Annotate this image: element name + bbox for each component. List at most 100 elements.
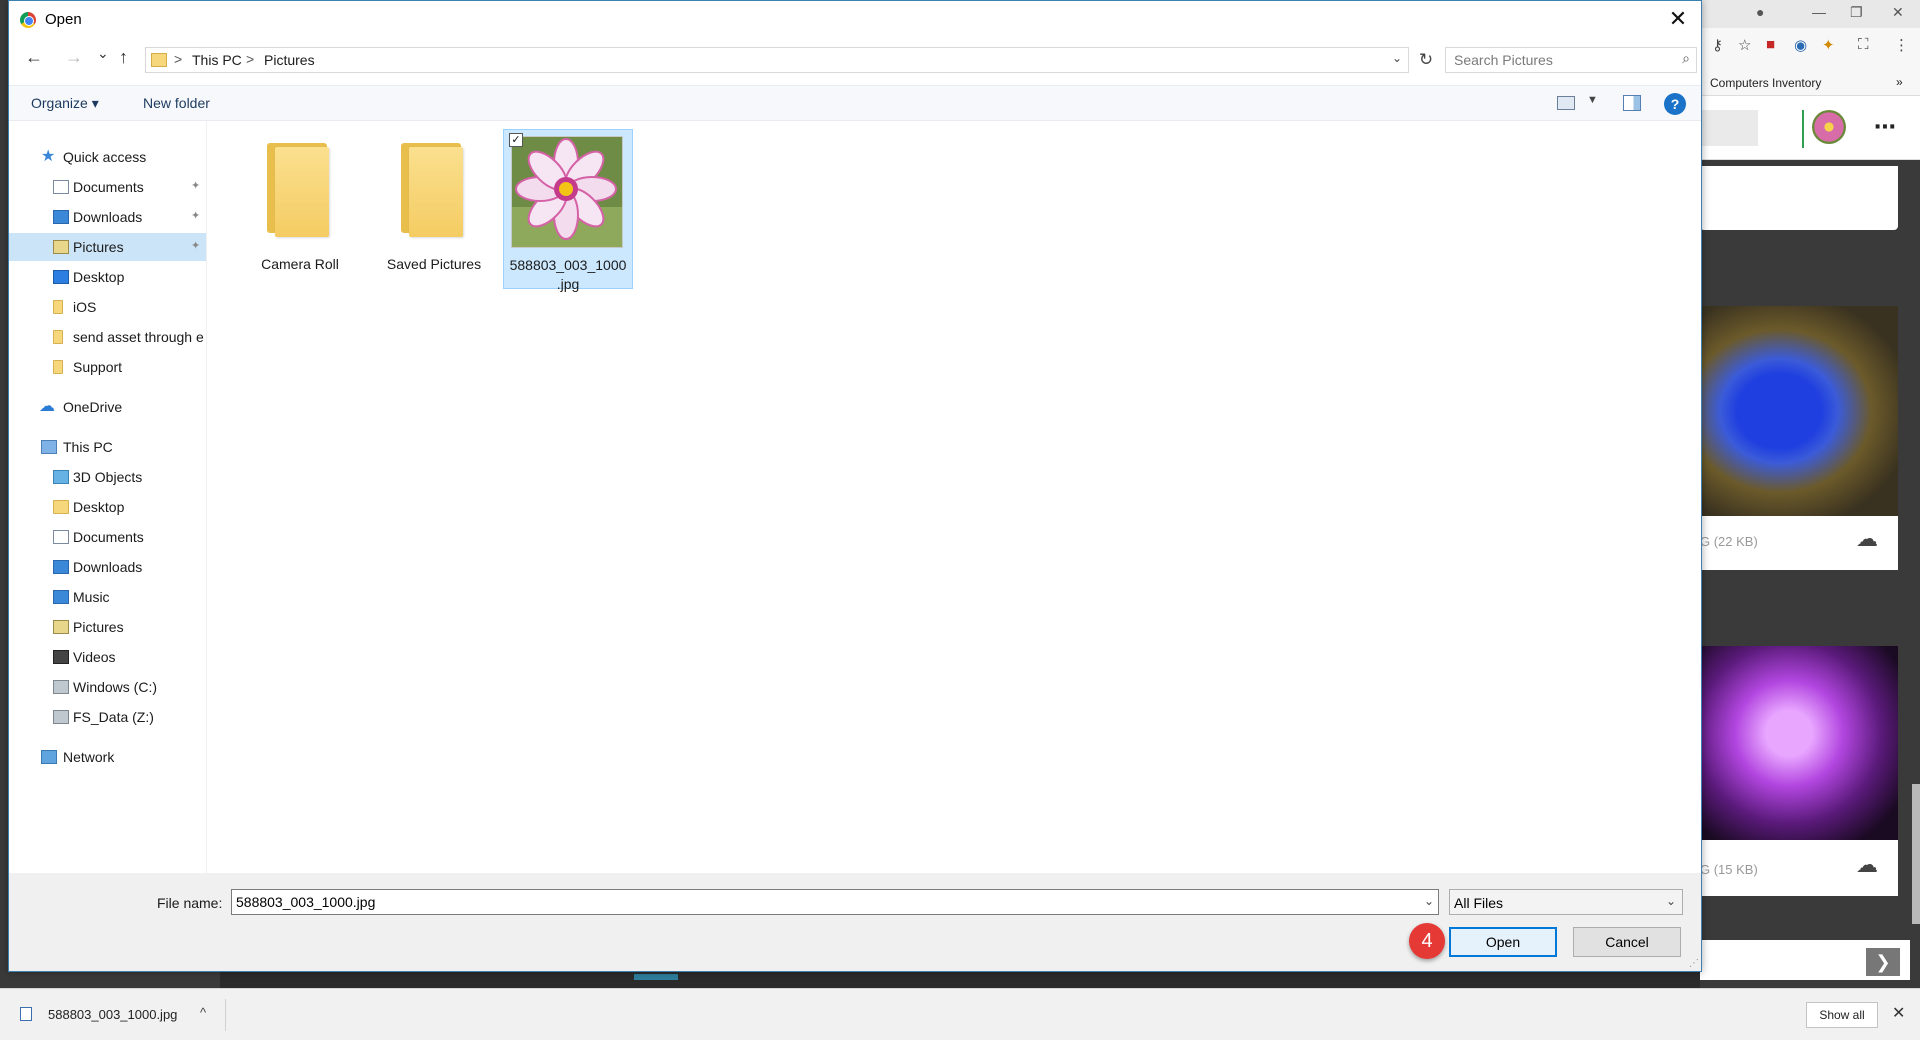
menu-icon[interactable]: ⋮ <box>1894 36 1909 54</box>
view-options-icon[interactable] <box>1557 96 1575 110</box>
downloads-icon <box>53 560 69 574</box>
nav-3d-objects[interactable]: 3D Objects <box>9 463 206 491</box>
open-button[interactable]: Open <box>1449 927 1557 957</box>
nav-pictures[interactable]: Pictures <box>9 613 206 641</box>
preview-pane-icon[interactable] <box>1623 95 1641 111</box>
view-dropdown-icon[interactable]: ▼ <box>1587 94 1598 106</box>
nav-label: Music <box>73 589 110 605</box>
address-bar[interactable]: > This PC > Pictures ⌄ <box>145 47 1409 73</box>
file-type-select[interactable]: All Files ⌄ <box>1449 889 1683 915</box>
forward-arrow-icon[interactable]: → <box>65 47 83 68</box>
back-arrow-icon[interactable]: ← <box>25 47 43 68</box>
bg-scrollbar[interactable] <box>1912 784 1920 924</box>
nav-videos[interactable]: Videos <box>9 643 206 671</box>
key-icon[interactable]: ⚷ <box>1712 36 1723 54</box>
up-arrow-icon[interactable]: ↑ <box>119 47 128 68</box>
nav-windows-c[interactable]: Windows (C:) <box>9 673 206 701</box>
file-type-value: All Files <box>1454 895 1504 911</box>
close-button[interactable]: ✕ <box>1655 1 1701 39</box>
nav-desktop[interactable]: Desktop <box>9 493 206 521</box>
nav-ios[interactable]: iOS <box>9 293 206 321</box>
documents-icon <box>53 180 69 194</box>
file-name-input[interactable] <box>232 890 1412 914</box>
nav-downloads[interactable]: Downloads <box>9 553 206 581</box>
organize-button[interactable]: Organize ▾ <box>31 95 99 112</box>
nav-this-pc[interactable]: This PC <box>9 433 206 461</box>
nav-label: iOS <box>73 299 97 315</box>
nav-desktop-quick[interactable]: Desktop <box>9 263 206 291</box>
nav-downloads-quick[interactable]: Downloads ✦ <box>9 203 206 231</box>
recent-locations-icon[interactable]: ⌄ <box>97 45 109 62</box>
chevron-up-icon[interactable]: ^ <box>200 1005 206 1020</box>
drive-icon <box>53 680 69 694</box>
videos-icon <box>53 650 69 664</box>
nav-network[interactable]: Network <box>9 743 206 771</box>
nav-label: Support <box>73 359 123 375</box>
browser-toolbar: ⚷ ☆ ■ ◉ ✦ ⛶ ⋮ <box>1700 28 1920 70</box>
extension-icon-2[interactable]: ◉ <box>1794 36 1807 54</box>
bookmarks-overflow[interactable]: » <box>1896 75 1903 89</box>
close-window-icon[interactable]: ✕ <box>1892 4 1904 21</box>
nav-music[interactable]: Music <box>9 583 206 611</box>
bg-progress <box>634 974 678 980</box>
blue-flower-image[interactable] <box>1700 306 1898 516</box>
file-588803-003-1000-jpg[interactable]: ✓ 588803_003_1000 .jpg <box>503 129 633 292</box>
nav-label: Desktop <box>73 499 125 515</box>
nav-support[interactable]: Support <box>9 353 206 381</box>
breadcrumb-this-pc[interactable]: This PC <box>192 52 242 68</box>
chevron-down-icon[interactable]: ⌄ <box>1392 51 1402 65</box>
nav-quick-access[interactable]: ★ Quick access <box>9 143 206 171</box>
nav-label: Downloads <box>73 559 143 575</box>
resize-grip-icon[interactable]: ⋰ <box>1689 958 1699 969</box>
refresh-icon[interactable]: ↻ <box>1413 47 1439 73</box>
cloud-download-icon-2[interactable]: ☁ <box>1856 852 1878 878</box>
nav-fs-data-z[interactable]: FS_Data (Z:) <box>9 703 206 731</box>
cancel-button[interactable]: Cancel <box>1573 927 1681 957</box>
breadcrumb-pictures[interactable]: Pictures <box>264 52 315 68</box>
star-icon[interactable]: ☆ <box>1738 36 1751 54</box>
file-size-label: G (22 KB) <box>1700 534 1758 549</box>
pin-icon: ✦ <box>191 180 201 192</box>
bg-pager: ❯ <box>1700 940 1910 980</box>
download-item[interactable]: 588803_003_1000.jpg ^ <box>16 999 226 1031</box>
next-arrow-icon[interactable]: ❯ <box>1866 948 1900 976</box>
cast-icon[interactable]: ⛶ <box>1858 36 1869 53</box>
nav-label: send asset through e <box>73 329 204 345</box>
folder-camera-roll[interactable]: Camera Roll <box>235 129 365 289</box>
download-shelf: 588803_003_1000.jpg ^ Show all ✕ <box>0 988 1920 1040</box>
extension-icon[interactable]: ■ <box>1766 36 1775 53</box>
nav-label: 3D Objects <box>73 469 143 485</box>
close-icon[interactable]: ✕ <box>1892 1003 1905 1023</box>
selection-checkbox[interactable]: ✓ <box>509 133 523 147</box>
title-bar: Open ✕ <box>9 1 1701 39</box>
music-icon <box>53 590 69 604</box>
pictures-icon <box>53 240 69 254</box>
profile-icon[interactable]: ● <box>1756 4 1764 20</box>
cloud-download-icon[interactable]: ☁ <box>1856 526 1878 552</box>
nav-send-asset[interactable]: send asset through e <box>9 323 206 351</box>
search-input[interactable] <box>1446 48 1666 72</box>
file-size-label-2: G (15 KB) <box>1700 862 1758 877</box>
breadcrumb-separator[interactable]: > <box>246 51 254 67</box>
more-icon[interactable]: ⋯ <box>1874 114 1896 140</box>
nav-label: Desktop <box>73 269 125 285</box>
avatar[interactable] <box>1812 110 1846 144</box>
nav-onedrive[interactable]: ☁ OneDrive <box>9 393 206 421</box>
nav-pictures-quick[interactable]: Pictures ✦ <box>9 233 206 261</box>
search-icon[interactable]: ⌕ <box>1682 50 1690 67</box>
chevron-down-icon[interactable]: ⌄ <box>1424 894 1434 908</box>
new-folder-button[interactable]: New folder <box>143 95 210 111</box>
nav-documents-quick[interactable]: Documents ✦ <box>9 173 206 201</box>
show-all-button[interactable]: Show all <box>1806 1002 1878 1028</box>
3d-objects-icon <box>53 470 69 484</box>
file-name: Saved Pictures <box>386 256 482 272</box>
nav-documents[interactable]: Documents <box>9 523 206 551</box>
purple-flower-image[interactable] <box>1700 646 1898 840</box>
restore-icon[interactable]: ❐ <box>1850 4 1863 21</box>
help-icon[interactable]: ? <box>1664 93 1686 115</box>
folder-saved-pictures[interactable]: Saved Pictures <box>369 129 499 289</box>
extension-icon-3[interactable]: ✦ <box>1822 36 1835 54</box>
minimize-icon[interactable]: — <box>1812 4 1826 20</box>
breadcrumb-separator[interactable]: > <box>174 51 182 67</box>
bookmark-computers-inventory[interactable]: Computers Inventory <box>1710 76 1821 90</box>
